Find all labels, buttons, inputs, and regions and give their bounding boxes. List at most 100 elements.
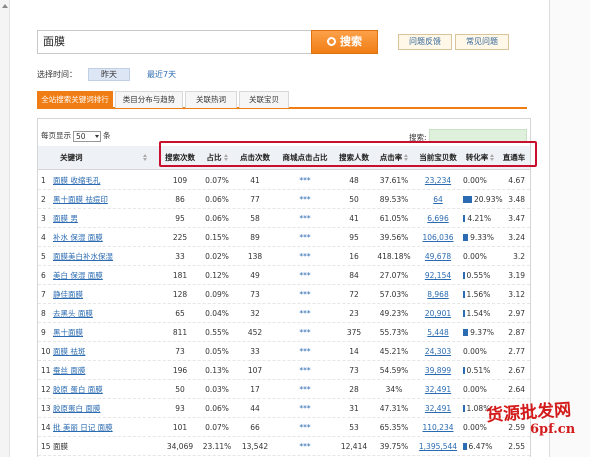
keyword-link-text[interactable]: 胶原蛋白 面膜 — [53, 404, 100, 413]
click-count-text: 452 — [247, 328, 263, 337]
keyword-link[interactable]: 去黑头 面膜 — [53, 304, 158, 323]
feedback-button[interactable]: 问题反馈 — [398, 34, 452, 50]
scroll-up-icon[interactable] — [2, 4, 8, 8]
item-count-link-text[interactable]: 8,968 — [427, 290, 448, 299]
item-count-link-text[interactable]: 64 — [433, 195, 443, 204]
searcher-count-text: 31 — [349, 404, 359, 413]
item-count-link[interactable]: 8,968 — [415, 285, 461, 304]
search-icon — [327, 37, 336, 46]
item-count-link-text[interactable]: 106,036 — [422, 233, 453, 242]
item-count-link-text[interactable]: 92,154 — [425, 271, 451, 280]
tab-related-words[interactable]: 关联热词 — [185, 91, 237, 108]
searcher-count: 23 — [334, 304, 374, 323]
searcher-count-text: 28 — [349, 385, 359, 394]
tab-keyword-ranking[interactable]: 全站搜索关键词排行 — [37, 91, 113, 108]
conversion-value: 0.51% — [466, 366, 491, 375]
sort-icon[interactable] — [142, 154, 147, 161]
item-count-link[interactable]: 110,234 — [415, 418, 461, 437]
keyword-link-text[interactable]: 面膜 男 — [53, 214, 78, 223]
keyword-link[interactable]: 黑十面膜 — [53, 323, 158, 342]
item-count-link-text[interactable]: 23,234 — [425, 176, 451, 185]
click-count: 138 — [234, 247, 276, 266]
conversion-bar — [463, 443, 467, 450]
col-keyword[interactable]: 关键词 — [46, 146, 152, 170]
item-count-link[interactable]: 20,901 — [415, 304, 461, 323]
conversion-bar — [463, 215, 466, 222]
table-row: 5 面膜美白补水保湿 33 0.02% 138 *** 16 418.18% 49,678 0.0… — [38, 247, 530, 266]
keyword-link[interactable]: 胶原 蛋白 面膜 — [53, 380, 158, 399]
item-count-link[interactable]: 49,678 — [415, 247, 461, 266]
item-count-link-text[interactable]: 32,491 — [425, 404, 451, 413]
table-row: 11 蚕丝 面膜 196 0.13% 107 *** 73 54.59% 39,899 0.51%… — [38, 361, 530, 380]
item-count-link[interactable]: 32,491 — [415, 399, 461, 418]
keyword-link-text[interactable]: 胶原 蛋白 面膜 — [53, 385, 103, 394]
row-index-text: 4 — [41, 233, 46, 242]
item-count-link[interactable]: 6,696 — [415, 209, 461, 228]
search-count-text: 93 — [175, 404, 185, 413]
keyword-link[interactable]: 补水 保湿 面膜 — [53, 228, 158, 247]
conversion-value: 4.21% — [467, 214, 492, 223]
keyword-link-text[interactable]: 补水 保湿 面膜 — [53, 233, 103, 242]
mall-click-share: *** — [278, 285, 332, 304]
item-count-link-text[interactable]: 24,303 — [425, 347, 451, 356]
keyword-link[interactable]: 面膜 男 — [53, 209, 158, 228]
item-count-link[interactable]: 106,036 — [415, 228, 461, 247]
search-input[interactable]: 面膜 — [37, 30, 322, 54]
item-count-link[interactable]: 23,234 — [415, 171, 461, 190]
search-count-text: 33 — [175, 252, 185, 261]
keyword-link-text[interactable]: 面膜美白补水保湿 — [53, 252, 113, 261]
keyword-link[interactable]: 面膜 祛斑 — [53, 342, 158, 361]
item-count-link[interactable]: 92,154 — [415, 266, 461, 285]
keyword-link-text[interactable]: 黑十面膜 祛痘印 — [53, 195, 108, 204]
keyword-link[interactable]: 胶原蛋白 面膜 — [53, 399, 158, 418]
item-count-link-text[interactable]: 49,678 — [425, 252, 451, 261]
item-count-link[interactable]: 24,303 — [415, 342, 461, 361]
keyword-link[interactable]: 面膜美白补水保湿 — [53, 247, 158, 266]
page-size-select[interactable]: 50 — [73, 130, 101, 142]
conversion: 20.93% — [463, 190, 503, 209]
row-index: 1 — [41, 171, 53, 190]
keyword-link-text[interactable]: 批 美丽 日记 面膜 — [53, 423, 113, 432]
item-count-link-text[interactable]: 5,448 — [427, 328, 448, 337]
item-count-link-text[interactable]: 6,696 — [427, 214, 448, 223]
item-count-link-text[interactable]: 39,899 — [425, 366, 451, 375]
item-count-link-text[interactable]: 20,901 — [425, 309, 451, 318]
row-index: 12 — [41, 380, 53, 399]
item-count-link[interactable]: 64 — [415, 190, 461, 209]
ctr: 55.73% — [377, 323, 411, 342]
keyword-link-text[interactable]: 面膜 祛斑 — [53, 347, 85, 356]
ztc: 3.2 — [499, 247, 529, 266]
tab-related-items[interactable]: 关联宝贝 — [239, 91, 289, 108]
keyword-link[interactable]: 静佳面膜 — [53, 285, 158, 304]
keyword-link-text[interactable]: 黑十面膜 — [53, 328, 83, 337]
item-count-link[interactable]: 32,491 — [415, 380, 461, 399]
keyword-link-text[interactable]: 面膜 收缩毛孔 — [53, 176, 100, 185]
share-text: 0.03% — [205, 385, 229, 394]
mall-click-share: *** — [278, 304, 332, 323]
item-count-link-text[interactable]: 110,234 — [422, 423, 453, 432]
keyword-link[interactable]: 黑十面膜 祛痘印 — [53, 190, 158, 209]
faq-button[interactable]: 常见问题 — [455, 34, 509, 50]
share: 0.15% — [202, 228, 232, 247]
click-count: 107 — [234, 361, 276, 380]
tab-category-trend[interactable]: 类目分布与趋势 — [115, 91, 183, 108]
col-keyword-label: 关键词 — [60, 153, 83, 162]
keyword-link-text[interactable]: 静佳面膜 — [53, 290, 83, 299]
keyword-link[interactable]: 蚕丝 面膜 — [53, 361, 158, 380]
time-option-7days[interactable]: 最近7天 — [147, 68, 187, 82]
keyword-link[interactable]: 面膜 收缩毛孔 — [53, 171, 158, 190]
item-count-link-text[interactable]: 32,491 — [425, 385, 451, 394]
item-count-link[interactable]: 5,448 — [415, 323, 461, 342]
item-count-link[interactable]: 1,395,544 — [415, 437, 461, 456]
ctr-text: 418.18% — [377, 252, 411, 261]
keyword-link[interactable]: 批 美丽 日记 面膜 — [53, 418, 158, 437]
keyword-link-text[interactable]: 去黑头 面膜 — [53, 309, 93, 318]
item-count-link[interactable]: 39,899 — [415, 361, 461, 380]
item-count-link-text[interactable]: 1,395,544 — [419, 442, 457, 451]
right-panel — [549, 0, 590, 457]
keyword-link-text[interactable]: 美白 保湿 面膜 — [53, 271, 103, 280]
search-button[interactable]: 搜索 — [311, 30, 378, 54]
keyword-link-text[interactable]: 蚕丝 面膜 — [53, 366, 85, 375]
time-option-yesterday[interactable]: 昨天 — [88, 68, 130, 81]
keyword-link[interactable]: 美白 保湿 面膜 — [53, 266, 158, 285]
